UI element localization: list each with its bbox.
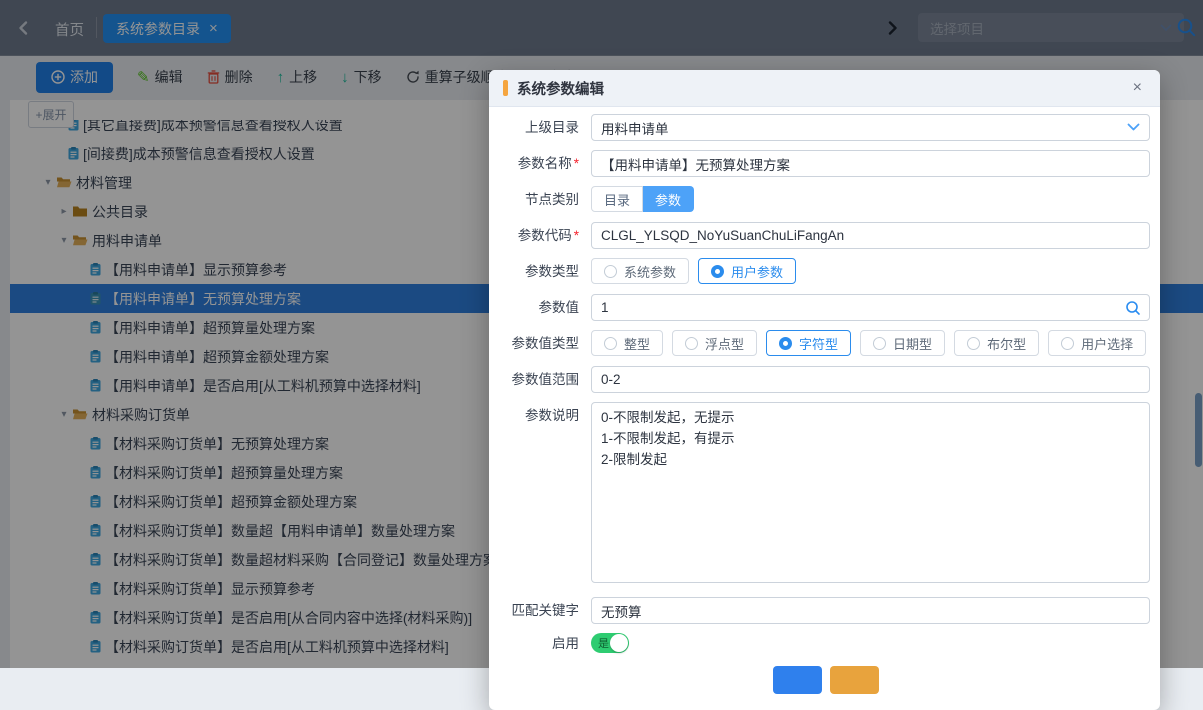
value-type-group: 整型 浮点型 字符型 日期型 <box>591 330 1150 356</box>
system-parameter-edit-dialog: 系统参数编辑 × 上级目录 用料申请单 参数名称* 节点类别 目录 <box>489 70 1160 710</box>
radio-boolean[interactable]: 布尔型 <box>954 330 1039 356</box>
node-type-segmented: 目录 参数 <box>591 186 694 212</box>
parent-directory-select[interactable]: 用料申请单 <box>591 114 1150 141</box>
radio-user-choice[interactable]: 用户选择 <box>1048 330 1146 356</box>
required-asterisk: * <box>574 156 579 171</box>
required-asterisk: * <box>574 228 579 243</box>
radio-circle-icon <box>967 337 980 350</box>
radio-string[interactable]: 字符型 <box>766 330 851 356</box>
radio-float[interactable]: 浮点型 <box>672 330 757 356</box>
param-name-label: 参数名称* <box>501 150 579 177</box>
node-type-label: 节点类别 <box>501 186 579 213</box>
radio-circle-icon <box>604 265 617 278</box>
dialog-title: 系统参数编辑 <box>517 78 604 99</box>
param-desc-label: 参数说明 <box>501 402 579 429</box>
radio-circle-icon <box>604 337 617 350</box>
save-button[interactable] <box>773 666 822 694</box>
value-range-input[interactable] <box>591 366 1150 393</box>
param-desc-textarea[interactable]: 0-不限制发起，无提示 1-不限制发起，有提示 2-限制发起 <box>591 402 1150 583</box>
value-type-label: 参数值类型 <box>501 330 579 357</box>
dialog-header: 系统参数编辑 × <box>489 70 1160 107</box>
cancel-button[interactable] <box>830 666 879 694</box>
toggle-knob <box>610 634 628 652</box>
close-icon[interactable]: × <box>1129 77 1146 99</box>
radio-circle-icon <box>1061 337 1074 350</box>
param-code-input[interactable] <box>591 222 1150 249</box>
radio-system-param[interactable]: 系统参数 <box>591 258 689 284</box>
node-type-option-parameter[interactable]: 参数 <box>643 186 694 212</box>
keyword-input[interactable] <box>591 597 1150 624</box>
radio-circle-icon <box>779 337 792 350</box>
toggle-on-label: 是 <box>598 635 609 651</box>
radio-date[interactable]: 日期型 <box>860 330 945 356</box>
accent-bar <box>503 80 508 96</box>
parent-directory-label: 上级目录 <box>501 114 579 141</box>
param-code-label: 参数代码* <box>501 222 579 249</box>
dialog-body: 上级目录 用料申请单 参数名称* 节点类别 目录 参数 <box>489 107 1160 694</box>
radio-integer[interactable]: 整型 <box>591 330 663 356</box>
param-value-label: 参数值 <box>501 294 579 321</box>
enable-label: 启用 <box>501 630 579 657</box>
chevron-down-icon <box>1127 123 1140 132</box>
keyword-label: 匹配关键字 <box>501 597 579 624</box>
radio-circle-icon <box>873 337 886 350</box>
param-type-group: 系统参数 用户参数 <box>591 258 1150 284</box>
radio-circle-icon <box>685 337 698 350</box>
radio-user-param[interactable]: 用户参数 <box>698 258 796 284</box>
param-name-input[interactable] <box>591 150 1150 177</box>
param-value-input[interactable] <box>591 294 1150 321</box>
enable-toggle[interactable]: 是 <box>591 633 629 653</box>
radio-circle-icon <box>711 265 724 278</box>
value-range-label: 参数值范围 <box>501 366 579 393</box>
dialog-footer <box>501 666 1150 694</box>
search-icon[interactable] <box>1125 300 1141 316</box>
node-type-option-directory[interactable]: 目录 <box>591 186 643 212</box>
param-type-label: 参数类型 <box>501 258 579 285</box>
